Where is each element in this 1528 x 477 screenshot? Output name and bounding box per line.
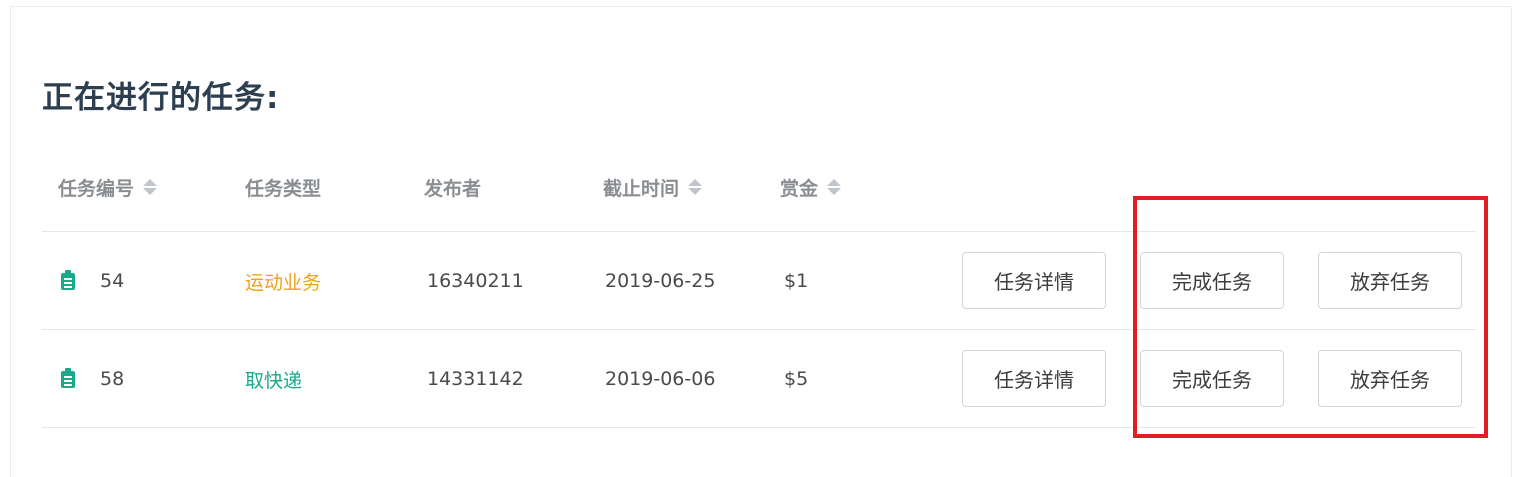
highlight-annotation-box xyxy=(1133,196,1488,438)
task-details-button[interactable]: 任务详情 xyxy=(962,350,1106,407)
column-header-reward[interactable]: 赏金 xyxy=(780,172,842,202)
task-type: 取快递 xyxy=(245,369,303,392)
column-header-task-id[interactable]: 任务编号 xyxy=(58,172,158,202)
task-id: 54 xyxy=(100,270,125,292)
deadline: 2019-06-06 xyxy=(605,368,716,390)
task-details-button[interactable]: 任务详情 xyxy=(962,252,1106,309)
sort-icon[interactable] xyxy=(827,179,842,195)
deadline: 2019-06-25 xyxy=(605,270,716,292)
sort-icon[interactable] xyxy=(143,179,158,195)
column-label: 任务编号 xyxy=(58,177,135,200)
task-id: 58 xyxy=(100,368,125,390)
column-header-deadline[interactable]: 截止时间 xyxy=(603,172,703,202)
column-label: 赏金 xyxy=(780,177,819,200)
column-label: 任务类型 xyxy=(245,177,322,200)
column-label: 发布者 xyxy=(424,177,482,200)
sort-icon[interactable] xyxy=(688,179,703,195)
reward: $1 xyxy=(784,270,809,292)
publisher: 16340211 xyxy=(427,270,524,292)
column-header-publisher: 发布者 xyxy=(424,172,481,202)
column-label: 截止时间 xyxy=(603,177,680,200)
task-type: 运动业务 xyxy=(245,271,322,294)
column-header-task-type: 任务类型 xyxy=(245,172,321,202)
reward: $5 xyxy=(784,368,809,390)
clipboard-icon xyxy=(61,330,75,428)
publisher: 14331142 xyxy=(427,368,524,390)
clipboard-icon xyxy=(61,232,75,330)
page-title: 正在进行的任务: xyxy=(42,80,280,116)
